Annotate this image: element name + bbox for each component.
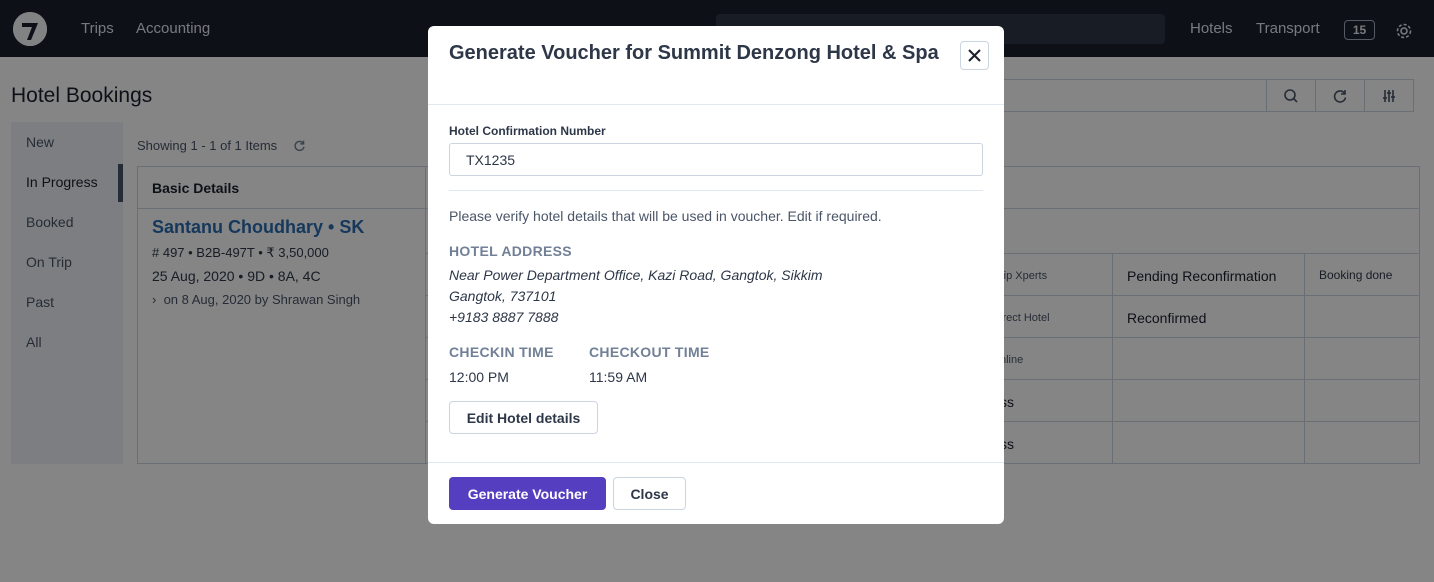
confirmation-number-label: Hotel Confirmation Number [449,124,606,138]
close-icon [968,49,981,62]
checkin-heading: CHECKIN TIME [449,344,554,360]
checkout-heading: CHECKOUT TIME [589,344,710,360]
modal-title: Generate Voucher for Summit Denzong Hote… [449,42,939,64]
generate-voucher-button[interactable]: Generate Voucher [449,477,606,510]
edit-hotel-details-button[interactable]: Edit Hotel details [449,401,598,434]
verify-instructions: Please verify hotel details that will be… [449,208,882,224]
modal-footer-divider [428,462,1004,463]
modal-close-button[interactable] [960,41,989,70]
checkout-time: 11:59 AM [589,369,648,385]
section-divider [449,190,983,191]
checkin-time: 12:00 PM [449,369,509,385]
hotel-phone: +9183 8887 7888 [449,309,559,325]
address-line: Near Power Department Office, Kazi Road,… [449,267,823,283]
close-button[interactable]: Close [613,477,686,510]
generate-voucher-modal: Generate Voucher for Summit Denzong Hote… [428,26,1004,524]
modal-header-divider [428,104,1004,105]
address-line: Gangtok, 737101 [449,288,557,304]
hotel-address-heading: HOTEL ADDRESS [449,243,572,259]
confirmation-number-input[interactable] [449,143,983,176]
